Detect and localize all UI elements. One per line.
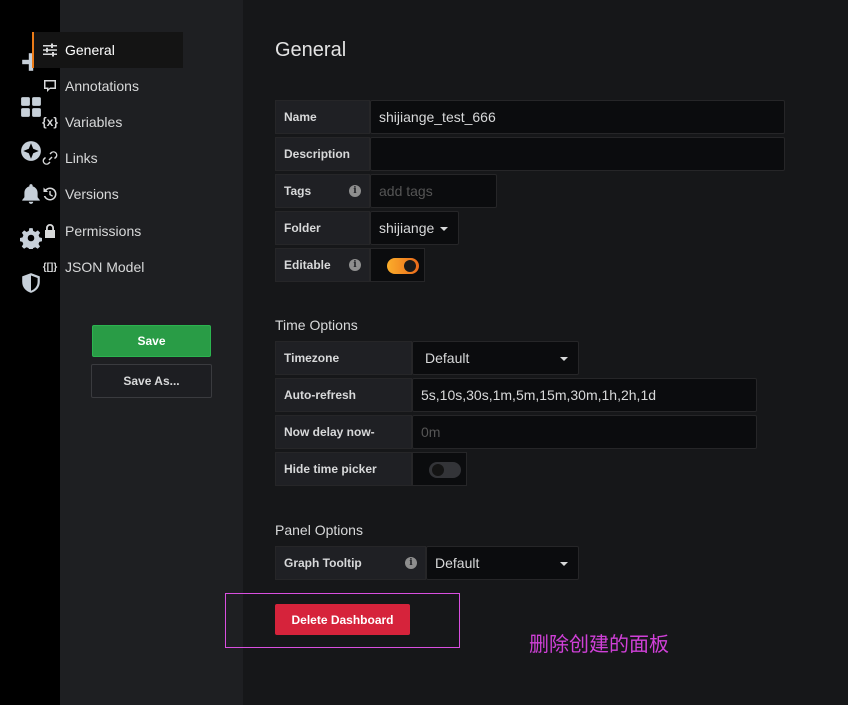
sidebar-item-general[interactable]: General [32, 32, 183, 68]
sidebar-item-label: Versions [65, 186, 119, 202]
folder-select-value: shijiange [379, 220, 435, 236]
description-label: Description [275, 137, 370, 171]
variable-icon: {x} [42, 115, 59, 129]
now-delay-label: Now delay now- [275, 415, 412, 449]
lock-icon [42, 223, 58, 239]
panel-options-heading: Panel Options [275, 522, 363, 538]
name-input[interactable]: shijiange_test_666 [370, 100, 785, 134]
info-icon[interactable]: i [349, 259, 361, 271]
comment-icon [42, 78, 58, 94]
sidebar-item-label: Annotations [65, 78, 139, 94]
sidebar-item-annotations[interactable]: Annotations [32, 68, 183, 104]
hide-time-picker-toggle[interactable] [429, 462, 461, 478]
hide-time-picker-label: Hide time picker [275, 452, 412, 486]
annotation-text: 删除创建的面板 [529, 632, 669, 656]
toggle-knob [404, 260, 416, 272]
graph-tooltip-select-value: Default [435, 555, 480, 571]
tags-input[interactable]: add tags [370, 174, 497, 208]
save-button[interactable]: Save [92, 325, 211, 357]
toggle-knob [432, 464, 444, 476]
info-icon[interactable]: i [349, 185, 361, 197]
delete-dashboard-button[interactable]: Delete Dashboard [275, 604, 410, 635]
caret-down-icon [560, 562, 568, 566]
sidebar-item-links[interactable]: Links [32, 140, 183, 176]
auto-refresh-label: Auto-refresh [275, 378, 412, 412]
timezone-select[interactable]: Default [412, 341, 579, 375]
graph-tooltip-label-text: Graph Tooltip [284, 556, 362, 570]
sidebar-item-permissions[interactable]: Permissions [32, 213, 183, 249]
tags-label: Tags i [275, 174, 370, 208]
link-icon [42, 150, 58, 166]
editable-toggle[interactable] [387, 258, 419, 274]
graph-tooltip-select[interactable]: Default [426, 546, 579, 580]
folder-label: Folder [275, 211, 370, 245]
editable-switch-container [370, 248, 425, 282]
description-input[interactable] [370, 137, 785, 171]
now-delay-input[interactable]: 0m [412, 415, 757, 449]
folder-select[interactable]: shijiange [370, 211, 459, 245]
json-icon: {[]} [42, 261, 58, 273]
history-icon [42, 186, 58, 202]
timezone-label: Timezone [275, 341, 412, 375]
sidebar-item-label: Variables [65, 114, 123, 130]
info-icon[interactable]: i [405, 557, 417, 569]
tags-label-text: Tags [284, 184, 312, 198]
save-as-button[interactable]: Save As... [91, 364, 212, 398]
page-title: General [275, 39, 347, 61]
sidebar-item-label: General [65, 42, 115, 58]
editable-label-text: Editable [284, 258, 331, 272]
sidebar-item-versions[interactable]: Versions [32, 176, 183, 212]
sidebar-item-variables[interactable]: {x} Variables [32, 104, 183, 140]
sidebar-item-label: JSON Model [65, 259, 145, 275]
caret-down-icon [440, 227, 448, 231]
hide-time-picker-container [412, 452, 467, 486]
sliders-icon [42, 42, 58, 58]
editable-label: Editable i [275, 248, 370, 282]
auto-refresh-input[interactable]: 5s,10s,30s,1m,5m,15m,30m,1h,2h,1d [412, 378, 757, 412]
caret-down-icon [560, 357, 568, 361]
time-options-heading: Time Options [275, 317, 358, 333]
sidebar-item-label: Permissions [65, 223, 142, 239]
name-label: Name [275, 100, 370, 134]
timezone-select-value: Default [425, 350, 470, 366]
sidebar-item-json-model[interactable]: {[]} JSON Model [32, 249, 183, 285]
graph-tooltip-label: Graph Tooltip i [275, 546, 426, 580]
sidebar-item-label: Links [65, 150, 98, 166]
